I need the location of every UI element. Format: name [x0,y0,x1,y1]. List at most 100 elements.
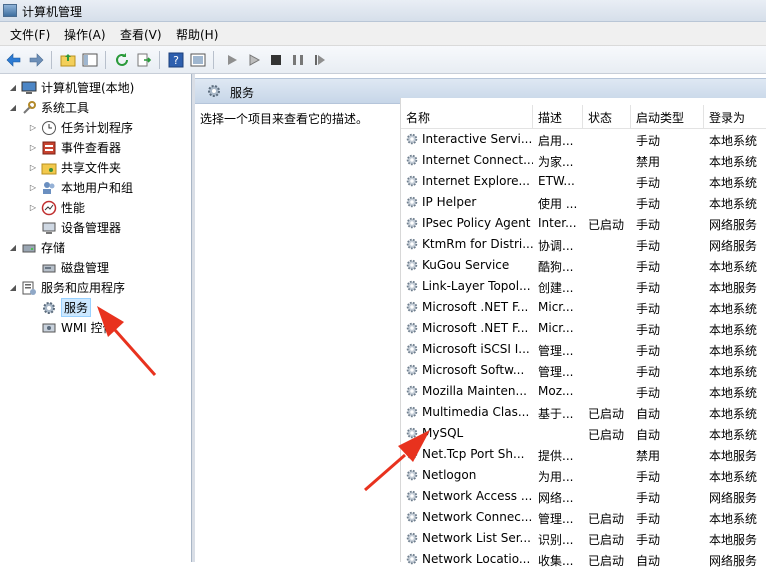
menu-action[interactable]: 操作(A) [64,26,106,43]
users-icon [43,181,55,194]
service-status: 已启动 [588,554,625,568]
show-hide-tree-icon[interactable] [80,50,100,70]
tree-item-system-tools[interactable]: ◢ 系统工具 [8,98,89,117]
collapse-icon[interactable]: ◢ [8,103,18,112]
tree-item-shared-folders[interactable]: ▷ 共享文件夹 [28,158,121,177]
table-row[interactable]: Netlogon 为用... 手动 本地系统 [401,465,766,486]
tree-item-local-users-groups[interactable]: ▷ 本地用户和组 [28,178,133,197]
export-list-icon[interactable] [134,50,154,70]
column-header-logon-as[interactable]: 登录为 [704,105,766,129]
table-row[interactable]: KtmRm for Distri... 协调... 手动 网络服务 [401,234,766,255]
service-logon-as: 本地系统 [709,155,758,169]
table-row[interactable]: Microsoft iSCSI I... 管理... 手动 本地系统 [401,339,766,360]
title-bar: 计算机管理 [0,0,766,22]
up-folder-icon[interactable] [58,50,78,70]
column-header-description[interactable]: 描述 [533,105,583,129]
service-gear-icon [406,511,418,523]
table-row[interactable]: IPsec Policy Agent Inter... 已启动 手动 网络服务 [401,213,766,234]
column-header-name[interactable]: 名称 ^ [401,105,533,129]
expand-icon[interactable]: ▷ [28,143,38,152]
pause-icon[interactable] [288,50,308,70]
service-name: Microsoft Softw... [405,363,533,377]
service-startup-type: 手动 [636,470,661,484]
service-logon-as: 本地服务 [709,281,758,295]
table-row[interactable]: Microsoft .NET F... Micr... 手动 本地系统 [401,318,766,339]
disk-icon [42,264,56,272]
tree-item-wmi-control[interactable]: WMI 控件 [28,318,115,337]
expand-icon[interactable]: ▷ [28,183,38,192]
collapse-icon[interactable]: ◢ [8,243,18,252]
menu-file[interactable]: 文件(F) [10,26,50,43]
service-name: Network Connec... [405,510,533,524]
column-header-status[interactable]: 状态 [583,105,631,129]
service-description-cell: Moz... [538,384,574,398]
table-row[interactable]: IP Helper 使用 ... 手动 本地系统 [401,192,766,213]
table-row[interactable]: Network List Ser... 识别... 已启动 手动 本地服务 [401,528,766,549]
table-row[interactable]: MySQL 已启动 自动 本地系统 [401,423,766,444]
table-row[interactable]: Link-Layer Topol... 创建... 手动 本地服务 [401,276,766,297]
tree-item-services-applications[interactable]: ◢ 服务和应用程序 [8,278,125,297]
table-row[interactable]: Net.Tcp Port Sh... 提供... 禁用 本地服务 [401,444,766,465]
table-row[interactable]: Internet Connect... 为家... 禁用 本地系统 [401,150,766,171]
service-name: MySQL [405,426,533,440]
service-description-cell: 收集... [538,554,574,568]
toolbar: ? [0,46,766,74]
tree-item-event-viewer[interactable]: ▷ 事件查看器 [28,138,121,157]
service-startup-type: 手动 [636,533,661,547]
menu-view[interactable]: 查看(V) [120,26,162,43]
forward-arrow-icon[interactable] [26,50,46,70]
play-icon[interactable] [222,50,242,70]
service-status: 已启动 [588,512,625,526]
service-startup-type: 手动 [636,176,661,190]
table-row[interactable]: Microsoft Softw... 管理... 手动 本地系统 [401,360,766,381]
table-row[interactable]: Network Locatio... 收集... 已启动 自动 网络服务 [401,549,766,570]
tree-item-task-scheduler[interactable]: ▷ 任务计划程序 [28,118,133,137]
properties-icon[interactable] [188,50,208,70]
table-row[interactable]: Microsoft .NET F... Micr... 手动 本地系统 [401,297,766,318]
service-gear-icon [406,196,418,208]
table-row[interactable]: Mozilla Mainten... Moz... 手动 本地系统 [401,381,766,402]
expand-icon[interactable]: ▷ [28,123,38,132]
expand-icon[interactable]: ▷ [28,163,38,172]
back-arrow-icon[interactable] [4,50,24,70]
table-row[interactable]: Network Connec... 管理... 已启动 手动 本地系统 [401,507,766,528]
service-startup-type: 禁用 [636,155,661,169]
tree-item-disk-management[interactable]: 磁盘管理 [28,258,109,277]
table-row[interactable]: Internet Explore... ETW... 手动 本地系统 [401,171,766,192]
service-logon-as: 本地系统 [709,323,758,337]
tree-item-storage[interactable]: ◢ 存储 [8,238,65,257]
service-startup-type: 自动 [636,428,661,442]
table-row[interactable]: KuGou Service 酷狗... 手动 本地系统 [401,255,766,276]
service-status: 已启动 [588,407,625,421]
service-logon-as: 本地系统 [709,512,758,526]
tree-item-services[interactable]: 服务 [28,298,92,317]
expand-icon[interactable]: ▷ [28,203,38,212]
navigation-tree: ◢ 计算机管理(本地) ◢ 系统工具 ▷ 任务计划程序 ▷ 事件查看器 ▷ 共享… [0,74,192,562]
service-description-cell: 识别... [538,533,574,547]
table-row[interactable]: Interactive Servi... 启用... 手动 本地系统 [401,129,766,150]
service-gear-icon [406,469,418,481]
service-logon-as: 本地系统 [709,260,758,274]
pane-title: 服务 [230,86,255,100]
performance-icon [41,200,57,215]
restart-icon[interactable] [310,50,330,70]
collapse-icon[interactable]: ◢ [8,283,18,292]
play-outline-icon[interactable] [244,50,264,70]
stop-icon[interactable] [266,50,286,70]
service-startup-type: 手动 [636,512,661,526]
tree-item-computer-management[interactable]: ◢ 计算机管理(本地) [8,78,134,97]
refresh-icon[interactable] [112,50,132,70]
service-startup-type: 禁用 [636,449,661,463]
collapse-icon[interactable]: ◢ [8,83,18,92]
help-icon[interactable]: ? [166,50,186,70]
wmi-icon [42,323,56,332]
service-logon-as: 网络服务 [709,239,758,253]
service-status: 已启动 [588,428,625,442]
table-row[interactable]: Network Access ... 网络... 手动 网络服务 [401,486,766,507]
column-header-startup-type[interactable]: 启动类型 [631,105,704,129]
tree-item-performance[interactable]: ▷ 性能 [28,198,85,217]
service-description-cell: 管理... [538,365,574,379]
table-row[interactable]: Multimedia Clas... 基于... 已启动 自动 本地系统 [401,402,766,423]
menu-help[interactable]: 帮助(H) [176,26,218,43]
tree-item-device-manager[interactable]: 设备管理器 [28,218,121,237]
